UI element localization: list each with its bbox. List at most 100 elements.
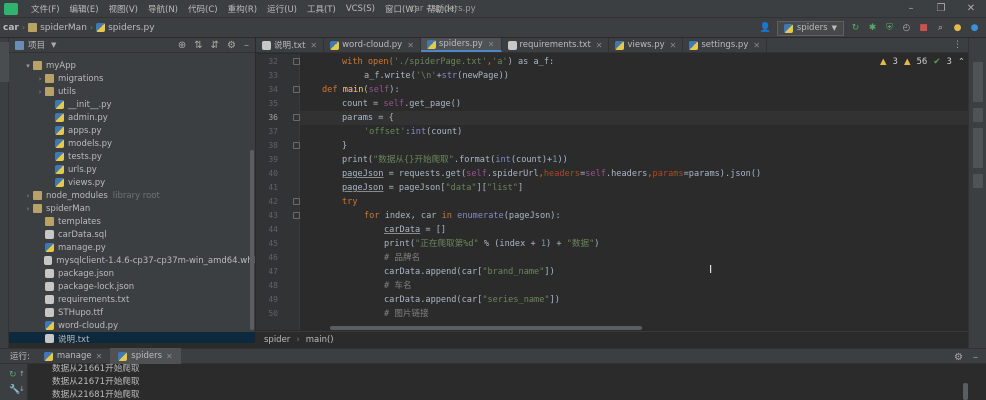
- line-number[interactable]: 46: [256, 251, 278, 265]
- tree-item[interactable]: admin.py: [9, 111, 255, 124]
- console-scrollbar[interactable]: [963, 383, 968, 400]
- close-icon[interactable]: ✕: [488, 40, 495, 49]
- editor-tab[interactable]: spiders.py ✕: [420, 38, 502, 52]
- line-number[interactable]: 34: [256, 83, 278, 97]
- line-number[interactable]: 45: [256, 237, 278, 251]
- rerun-icon[interactable]: ↻: [850, 23, 861, 34]
- tree-item[interactable]: 说明.txt: [9, 332, 255, 343]
- tree-item[interactable]: › spiderMan: [9, 202, 255, 215]
- sciview-tool-button[interactable]: [973, 128, 983, 168]
- run-config-select[interactable]: spiders ▼: [776, 20, 844, 36]
- minimize-icon[interactable]: –: [896, 0, 926, 18]
- arrow-up-icon[interactable]: ↑: [19, 370, 25, 378]
- profile-icon[interactable]: ◴: [901, 23, 912, 34]
- notifications-tool-button[interactable]: [973, 108, 983, 122]
- fold-marker-icon[interactable]: [293, 198, 300, 205]
- tree-item[interactable]: package-lock.json: [9, 280, 255, 293]
- arrow-down-icon[interactable]: ↓: [19, 385, 25, 393]
- line-number[interactable]: 37: [256, 125, 278, 139]
- user-icon[interactable]: 👤: [760, 23, 771, 34]
- line-number[interactable]: 36: [256, 111, 278, 125]
- project-tool-window-button[interactable]: [0, 42, 9, 82]
- inspection-widget[interactable]: ▲ 3 ▲ 56 ✔ 3 ⌃ ⌄: [880, 56, 978, 68]
- expand-all-icon[interactable]: ⇅: [194, 40, 202, 51]
- line-number[interactable]: 35: [256, 97, 278, 111]
- tree-item[interactable]: STHupo.ttf: [9, 306, 255, 319]
- close-icon[interactable]: ✕: [310, 41, 317, 50]
- database-tool-button[interactable]: [973, 62, 983, 102]
- fold-marker-icon[interactable]: [293, 142, 300, 149]
- menu-edit[interactable]: 编辑(E): [65, 3, 104, 15]
- structure-tool-button[interactable]: [973, 174, 983, 188]
- expand-arrow-icon[interactable]: ▾: [23, 62, 33, 70]
- close-icon[interactable]: ✕: [753, 41, 760, 50]
- tree-item[interactable]: requirements.txt: [9, 293, 255, 306]
- expand-arrow-icon[interactable]: ›: [35, 75, 45, 83]
- tree-item[interactable]: __init__.py: [9, 98, 255, 111]
- line-number[interactable]: 38: [256, 139, 278, 153]
- rerun-icon[interactable]: ↻: [9, 370, 17, 380]
- tree-item[interactable]: › utils: [9, 85, 255, 98]
- editor-breadcrumb-function[interactable]: main(): [306, 335, 334, 345]
- line-number[interactable]: 49: [256, 293, 278, 307]
- expand-arrow-icon[interactable]: ›: [23, 205, 33, 213]
- run-console[interactable]: 数据从21661开始爬取 数据从21671开始爬取 数据从21681开始爬取: [28, 364, 986, 400]
- line-number[interactable]: 40: [256, 167, 278, 181]
- menu-file[interactable]: 文件(F): [26, 3, 65, 15]
- fold-marker-icon[interactable]: [293, 86, 300, 93]
- expand-arrow-icon[interactable]: ›: [23, 192, 33, 200]
- editor-tab[interactable]: settings.py ✕: [683, 38, 768, 52]
- editor-tab[interactable]: views.py ✕: [609, 38, 684, 52]
- editor-tab[interactable]: 说明.txt ✕: [256, 38, 325, 52]
- tree-item[interactable]: › node_modules library root: [9, 189, 255, 202]
- editor-breadcrumb-class[interactable]: spider: [264, 335, 290, 345]
- tree-item[interactable]: templates: [9, 215, 255, 228]
- run-tab-spiders[interactable]: spiders ✕: [110, 348, 181, 364]
- line-number[interactable]: 42: [256, 195, 278, 209]
- ide-logo-icon[interactable]: ●: [969, 23, 980, 34]
- close-icon[interactable]: ✕: [670, 41, 677, 50]
- line-number[interactable]: 50: [256, 307, 278, 321]
- tree-item[interactable]: › migrations: [9, 72, 255, 85]
- stop-icon[interactable]: ■: [918, 23, 929, 34]
- breadcrumb-folder[interactable]: spiderMan: [40, 23, 87, 33]
- close-icon[interactable]: ✕: [96, 352, 103, 361]
- tree-item[interactable]: package.json: [9, 267, 255, 280]
- hide-icon[interactable]: –: [973, 352, 978, 363]
- editor-tab[interactable]: word-cloud.py ✕: [324, 38, 421, 52]
- coverage-icon[interactable]: ⛨: [884, 23, 895, 34]
- chevron-up-icon[interactable]: ⌃: [958, 57, 965, 67]
- close-icon[interactable]: ✕: [166, 352, 173, 361]
- tree-item[interactable]: carData.sql: [9, 228, 255, 241]
- editor-tab[interactable]: requirements.txt ✕: [502, 38, 610, 52]
- tree-item[interactable]: tests.py: [9, 150, 255, 163]
- close-icon[interactable]: ✕: [596, 41, 603, 50]
- line-number[interactable]: 39: [256, 153, 278, 167]
- line-number[interactable]: 33: [256, 69, 278, 83]
- chevron-down-icon[interactable]: ▼: [51, 41, 56, 49]
- search-icon[interactable]: ⌕: [935, 23, 946, 34]
- restore-icon[interactable]: ❐: [926, 0, 956, 18]
- more-tabs-icon[interactable]: ⋮: [947, 38, 968, 52]
- menu-vcs[interactable]: VCS(S): [341, 4, 380, 14]
- update-icon[interactable]: ●: [952, 23, 963, 34]
- tree-item[interactable]: manage.py: [9, 241, 255, 254]
- tree-item[interactable]: word-cloud.py: [9, 319, 255, 332]
- tree-item[interactable]: urls.py: [9, 163, 255, 176]
- line-number[interactable]: 43: [256, 209, 278, 223]
- gear-icon[interactable]: ⚙: [227, 40, 236, 51]
- project-tree-scrollbar[interactable]: [250, 150, 254, 330]
- menu-refactor[interactable]: 重构(R): [223, 3, 263, 15]
- locate-icon[interactable]: ⊕: [178, 40, 186, 51]
- menu-code[interactable]: 代码(C): [183, 3, 223, 15]
- line-number[interactable]: 32: [256, 55, 278, 69]
- fold-marker-icon[interactable]: [293, 212, 300, 219]
- menu-run[interactable]: 运行(U): [262, 3, 302, 15]
- menu-tools[interactable]: 工具(T): [302, 3, 341, 15]
- tree-item[interactable]: ▾ myApp: [9, 59, 255, 72]
- line-number[interactable]: 44: [256, 223, 278, 237]
- collapse-all-icon[interactable]: ⇵: [211, 40, 219, 51]
- tree-item[interactable]: apps.py: [9, 124, 255, 137]
- fold-marker-icon[interactable]: [293, 58, 300, 65]
- line-number[interactable]: 48: [256, 279, 278, 293]
